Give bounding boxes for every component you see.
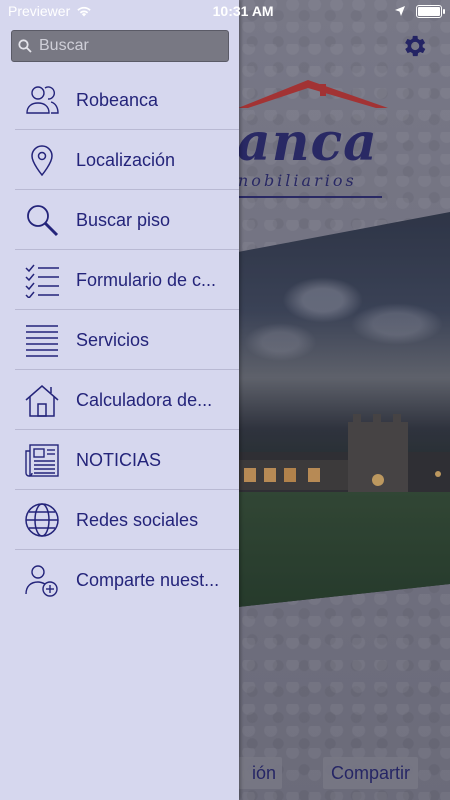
house-icon xyxy=(24,382,60,418)
menu-item-localizacion[interactable]: Localización xyxy=(0,130,239,190)
logo-brand-text: anca xyxy=(237,112,378,173)
globe-icon xyxy=(24,502,60,538)
people-icon xyxy=(24,82,60,118)
menu-item-label: Comparte nuest... xyxy=(76,569,220,590)
share-button[interactable]: Compartir xyxy=(323,757,419,789)
status-left: Previewer xyxy=(8,3,92,19)
menu-item-label: Localización xyxy=(76,149,176,170)
menu-item-buscar-piso[interactable]: Buscar piso xyxy=(0,190,239,250)
add-user-icon xyxy=(24,562,60,598)
menu-item-label: Buscar piso xyxy=(76,209,171,230)
menu-item-label: Redes sociales xyxy=(76,509,199,530)
status-right xyxy=(394,4,445,18)
wifi-icon xyxy=(77,6,91,17)
status-time: 10:31 AM xyxy=(212,3,274,19)
menu-item-formulario[interactable]: Formulario de c... xyxy=(0,250,239,310)
battery-icon xyxy=(415,4,445,18)
menu-item-label: NOTICIAS xyxy=(76,449,162,470)
newspaper-icon xyxy=(24,442,60,478)
menu-item-label: Robeanca xyxy=(76,89,159,110)
sky-clouds xyxy=(238,252,450,372)
menu-item-robeanca[interactable]: Robeanca xyxy=(0,70,239,130)
menu-item-label: Formulario de c... xyxy=(76,269,217,290)
side-drawer: Robeanca Localización Buscar piso xyxy=(0,0,239,800)
location-button-label: ión xyxy=(251,762,276,783)
carrier-label: Previewer xyxy=(8,3,71,19)
location-pin-icon xyxy=(24,142,60,178)
building-silhouette xyxy=(238,414,450,502)
property-photo xyxy=(238,212,450,607)
menu-item-comparte[interactable]: Comparte nuest... xyxy=(0,550,239,610)
list-lines-icon xyxy=(24,322,60,358)
lawn xyxy=(238,492,450,607)
logo-subtitle: nobiliarios xyxy=(238,171,357,190)
menu-item-label: Servicios xyxy=(76,329,150,350)
checklist-icon xyxy=(24,262,60,298)
magnifier-icon xyxy=(24,202,60,238)
menu-item-redes-sociales[interactable]: Redes sociales xyxy=(0,490,239,550)
search-icon xyxy=(18,39,32,53)
drawer-menu: Robeanca Localización Buscar piso Formul… xyxy=(0,70,239,610)
search-input[interactable] xyxy=(37,36,221,56)
location-arrow-icon xyxy=(394,6,405,16)
location-button[interactable]: ión xyxy=(238,757,282,789)
menu-item-servicios[interactable]: Servicios xyxy=(0,310,239,370)
settings-gear-icon[interactable] xyxy=(400,32,428,60)
status-bar: Previewer 10:31 AM xyxy=(0,0,450,22)
menu-item-label: Calculadora de... xyxy=(76,389,213,410)
menu-item-noticias[interactable]: NOTICIAS xyxy=(0,430,239,490)
menu-item-calculadora[interactable]: Calculadora de... xyxy=(0,370,239,430)
logo-underline xyxy=(238,196,382,198)
share-button-label: Compartir xyxy=(331,762,411,783)
search-box[interactable] xyxy=(11,30,229,62)
